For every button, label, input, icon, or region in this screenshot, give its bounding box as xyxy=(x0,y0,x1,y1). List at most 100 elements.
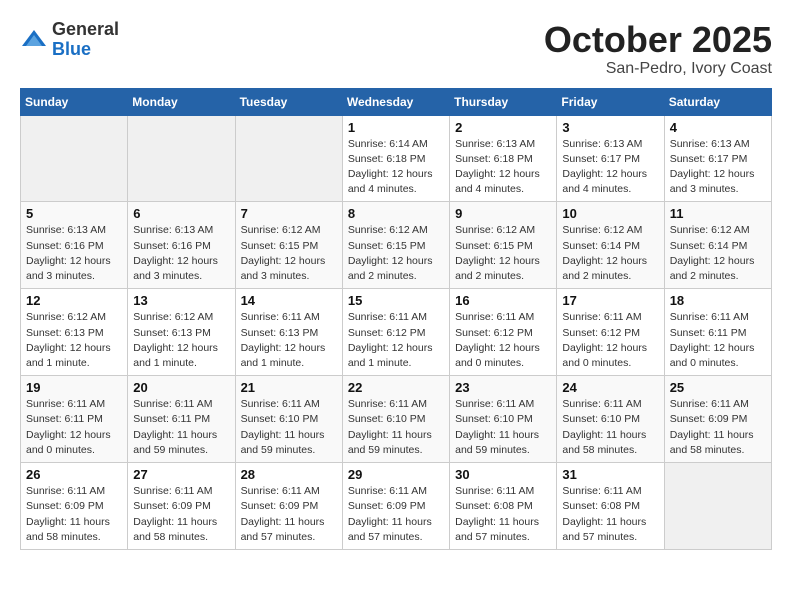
calendar-cell: 23Sunrise: 6:11 AM Sunset: 6:10 PM Dayli… xyxy=(450,376,557,463)
day-number: 11 xyxy=(670,206,766,221)
day-info: Sunrise: 6:12 AM Sunset: 6:14 PM Dayligh… xyxy=(562,223,658,284)
day-info: Sunrise: 6:11 AM Sunset: 6:10 PM Dayligh… xyxy=(348,397,444,458)
calendar-cell: 18 Sunrise: 6:11 AM Sunset: 6:11 PM Dayli… xyxy=(664,289,771,376)
day-number: 19 xyxy=(26,380,122,395)
day-number: 3 xyxy=(562,120,658,135)
logo-icon xyxy=(20,26,48,54)
calendar-cell: 26Sunrise: 6:11 AM Sunset: 6:09 PM Dayli… xyxy=(21,463,128,550)
day-info: Sunrise: 6:11 AM Sunset: 6:09 PM Dayligh… xyxy=(241,484,337,545)
calendar-cell: 16 Sunrise: 6:11 AM Sunset: 6:12 PM Dayli… xyxy=(450,289,557,376)
day-info: Sunrise: 6:14 AM Sunset: 6:18 PM Dayligh… xyxy=(348,137,444,198)
calendar-cell: 17 Sunrise: 6:11 AM Sunset: 6:12 PM Dayli… xyxy=(557,289,664,376)
calendar-cell: 7 Sunrise: 6:12 AM Sunset: 6:15 PM Daylig… xyxy=(235,202,342,289)
calendar-cell: 9Sunrise: 6:12 AM Sunset: 6:15 PM Daylig… xyxy=(450,202,557,289)
day-info: Sunrise: 6:11 AM Sunset: 6:11 PM Dayligh… xyxy=(133,397,229,458)
day-number: 20 xyxy=(133,380,229,395)
calendar-cell xyxy=(664,463,771,550)
calendar-cell xyxy=(128,115,235,202)
day-number: 16 xyxy=(455,293,551,308)
day-number: 25 xyxy=(670,380,766,395)
calendar-cell: 15 Sunrise: 6:11 AM Sunset: 6:12 PM Dayli… xyxy=(342,289,449,376)
calendar-cell: 20 Sunrise: 6:11 AM Sunset: 6:11 PM Dayli… xyxy=(128,376,235,463)
calendar-cell: 28 Sunrise: 6:11 AM Sunset: 6:09 PM Dayli… xyxy=(235,463,342,550)
day-number: 7 xyxy=(241,206,337,221)
day-info: Sunrise: 6:13 AM Sunset: 6:16 PM Dayligh… xyxy=(133,223,229,284)
day-info: Sunrise: 6:12 AM Sunset: 6:13 PM Dayligh… xyxy=(26,310,122,371)
day-number: 17 xyxy=(562,293,658,308)
calendar-cell: 1Sunrise: 6:14 AM Sunset: 6:18 PM Daylig… xyxy=(342,115,449,202)
location: San-Pedro, Ivory Coast xyxy=(544,60,772,78)
day-info: Sunrise: 6:12 AM Sunset: 6:13 PM Dayligh… xyxy=(133,310,229,371)
calendar-cell: 3Sunrise: 6:13 AM Sunset: 6:17 PM Daylig… xyxy=(557,115,664,202)
day-number: 24 xyxy=(562,380,658,395)
calendar-cell: 25 Sunrise: 6:11 AM Sunset: 6:09 PM Dayli… xyxy=(664,376,771,463)
day-info: Sunrise: 6:11 AM Sunset: 6:12 PM Dayligh… xyxy=(348,310,444,371)
calendar-cell xyxy=(21,115,128,202)
day-number: 12 xyxy=(26,293,122,308)
day-info: Sunrise: 6:11 AM Sunset: 6:08 PM Dayligh… xyxy=(455,484,551,545)
day-info: Sunrise: 6:11 AM Sunset: 6:09 PM Dayligh… xyxy=(348,484,444,545)
day-info: Sunrise: 6:11 AM Sunset: 6:08 PM Dayligh… xyxy=(562,484,658,545)
calendar-cell: 30 Sunrise: 6:11 AM Sunset: 6:08 PM Dayli… xyxy=(450,463,557,550)
day-number: 21 xyxy=(241,380,337,395)
day-number: 5 xyxy=(26,206,122,221)
day-number: 6 xyxy=(133,206,229,221)
day-info: Sunrise: 6:11 AM Sunset: 6:09 PM Dayligh… xyxy=(670,397,766,458)
day-info: Sunrise: 6:11 AM Sunset: 6:09 PM Dayligh… xyxy=(26,484,122,545)
day-info: Sunrise: 6:13 AM Sunset: 6:16 PM Dayligh… xyxy=(26,223,122,284)
title-block: October 2025 San-Pedro, Ivory Coast xyxy=(544,20,772,78)
header-friday: Friday xyxy=(557,88,664,115)
page-header: General Blue October 2025 San-Pedro, Ivo… xyxy=(20,20,772,78)
calendar-cell: 4Sunrise: 6:13 AM Sunset: 6:17 PM Daylig… xyxy=(664,115,771,202)
day-number: 14 xyxy=(241,293,337,308)
header-monday: Monday xyxy=(128,88,235,115)
day-info: Sunrise: 6:12 AM Sunset: 6:14 PM Dayligh… xyxy=(670,223,766,284)
header-wednesday: Wednesday xyxy=(342,88,449,115)
header-saturday: Saturday xyxy=(664,88,771,115)
calendar-cell: 22 Sunrise: 6:11 AM Sunset: 6:10 PM Dayli… xyxy=(342,376,449,463)
calendar-cell: 12 Sunrise: 6:12 AM Sunset: 6:13 PM Dayli… xyxy=(21,289,128,376)
logo-text: General Blue xyxy=(52,20,119,60)
calendar-table: SundayMondayTuesdayWednesdayThursdayFrid… xyxy=(20,88,772,550)
calendar-cell: 6 Sunrise: 6:13 AM Sunset: 6:16 PM Daylig… xyxy=(128,202,235,289)
header-thursday: Thursday xyxy=(450,88,557,115)
day-info: Sunrise: 6:11 AM Sunset: 6:09 PM Dayligh… xyxy=(133,484,229,545)
calendar-cell: 24 Sunrise: 6:11 AM Sunset: 6:10 PM Dayli… xyxy=(557,376,664,463)
day-number: 31 xyxy=(562,467,658,482)
day-number: 2 xyxy=(455,120,551,135)
calendar-cell: 14 Sunrise: 6:11 AM Sunset: 6:13 PM Dayli… xyxy=(235,289,342,376)
calendar-cell xyxy=(235,115,342,202)
day-number: 28 xyxy=(241,467,337,482)
calendar-week-1: 1Sunrise: 6:14 AM Sunset: 6:18 PM Daylig… xyxy=(21,115,772,202)
logo: General Blue xyxy=(20,20,119,60)
month-title: October 2025 xyxy=(544,20,772,60)
calendar-cell: 10Sunrise: 6:12 AM Sunset: 6:14 PM Dayli… xyxy=(557,202,664,289)
day-number: 9 xyxy=(455,206,551,221)
calendar-cell: 21Sunrise: 6:11 AM Sunset: 6:10 PM Dayli… xyxy=(235,376,342,463)
day-number: 18 xyxy=(670,293,766,308)
day-number: 30 xyxy=(455,467,551,482)
day-info: Sunrise: 6:12 AM Sunset: 6:15 PM Dayligh… xyxy=(241,223,337,284)
header-sunday: Sunday xyxy=(21,88,128,115)
day-info: Sunrise: 6:12 AM Sunset: 6:15 PM Dayligh… xyxy=(348,223,444,284)
day-info: Sunrise: 6:11 AM Sunset: 6:10 PM Dayligh… xyxy=(562,397,658,458)
day-number: 29 xyxy=(348,467,444,482)
day-info: Sunrise: 6:11 AM Sunset: 6:12 PM Dayligh… xyxy=(455,310,551,371)
calendar-cell: 31 Sunrise: 6:11 AM Sunset: 6:08 PM Dayli… xyxy=(557,463,664,550)
calendar-cell: 5 Sunrise: 6:13 AM Sunset: 6:16 PM Daylig… xyxy=(21,202,128,289)
day-info: Sunrise: 6:11 AM Sunset: 6:11 PM Dayligh… xyxy=(670,310,766,371)
day-info: Sunrise: 6:11 AM Sunset: 6:12 PM Dayligh… xyxy=(562,310,658,371)
day-number: 15 xyxy=(348,293,444,308)
calendar-cell: 27Sunrise: 6:11 AM Sunset: 6:09 PM Dayli… xyxy=(128,463,235,550)
header-tuesday: Tuesday xyxy=(235,88,342,115)
calendar-week-2: 5 Sunrise: 6:13 AM Sunset: 6:16 PM Daylig… xyxy=(21,202,772,289)
day-number: 22 xyxy=(348,380,444,395)
calendar-cell: 29 Sunrise: 6:11 AM Sunset: 6:09 PM Dayli… xyxy=(342,463,449,550)
day-info: Sunrise: 6:13 AM Sunset: 6:18 PM Dayligh… xyxy=(455,137,551,198)
logo-general: General xyxy=(52,19,119,39)
day-number: 13 xyxy=(133,293,229,308)
calendar-week-4: 19 Sunrise: 6:11 AM Sunset: 6:11 PM Dayli… xyxy=(21,376,772,463)
day-number: 23 xyxy=(455,380,551,395)
day-info: Sunrise: 6:11 AM Sunset: 6:13 PM Dayligh… xyxy=(241,310,337,371)
calendar-cell: 13 Sunrise: 6:12 AM Sunset: 6:13 PM Dayli… xyxy=(128,289,235,376)
